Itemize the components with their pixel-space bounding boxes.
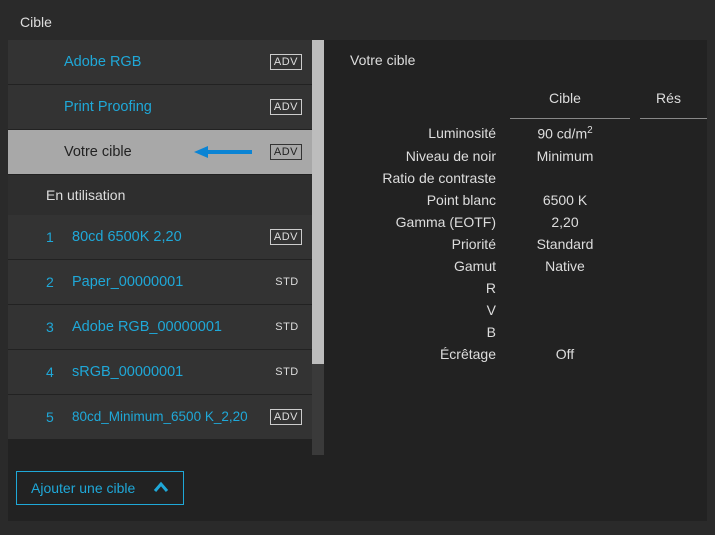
mode-badge: ADV [270,409,302,425]
row-label: Écrêtage [350,346,500,362]
detail-title: Votre cible [350,52,707,68]
item-label: Paper_00000001 [72,274,272,290]
list-item[interactable]: 4 sRGB_00000001 STD [8,350,312,394]
row-label: Point blanc [350,192,500,208]
row-label: Luminosité [350,125,500,142]
row-value: 2,20 [500,214,630,230]
preset-adobe-rgb[interactable]: Adobe RGB ADV [8,40,312,84]
preset-print-proofing[interactable]: Print Proofing ADV [8,85,312,129]
item-label: Adobe RGB_00000001 [72,319,272,335]
row-label: Gamma (EOTF) [350,214,500,230]
col-header-res: Rés [630,90,707,112]
in-use-header: En utilisation [8,175,312,215]
row-label: Priorité [350,236,500,252]
preset-votre-cible[interactable]: Votre cible ADV [8,130,312,174]
scrollbar-thumb[interactable] [312,40,324,364]
row-value [500,302,630,318]
list-item[interactable]: 1 80cd 6500K 2,20 ADV [8,215,312,259]
row-value: Native [500,258,630,274]
mode-badge: STD [272,276,302,288]
item-label: sRGB_00000001 [72,364,272,380]
add-target-button[interactable]: Ajouter une cible [16,471,184,505]
row-value: Minimum [500,148,630,164]
row-label: Gamut [350,258,500,274]
item-number: 2 [8,274,72,290]
panel-title: Cible [8,6,707,40]
row-value: 90 cd/m2 [500,125,630,142]
row-value: Standard [500,236,630,252]
row-value: Off [500,346,630,362]
item-number: 4 [8,364,72,380]
item-number: 1 [8,229,72,245]
list-item[interactable]: 3 Adobe RGB_00000001 STD [8,305,312,349]
item-label: 80cd_Minimum_6500 K_2,20 [72,409,270,426]
row-label: B [350,324,500,340]
preset-label: Votre cible [64,144,270,160]
mode-badge: STD [272,366,302,378]
row-label: Niveau de noir [350,148,500,164]
row-value [500,170,630,186]
row-value [500,280,630,296]
item-number: 3 [8,319,72,335]
detail-table: Cible Rés Luminosité 90 cd/m2 Niveau de … [350,90,707,362]
target-list: Adobe RGB ADV Print Proofing ADV Votre c… [8,40,312,455]
preset-label: Adobe RGB [64,54,270,70]
item-number: 5 [8,409,72,425]
mode-badge: ADV [270,54,302,70]
row-label: Ratio de contraste [350,170,500,186]
row-label: R [350,280,500,296]
mode-badge: STD [272,321,302,333]
chevron-up-icon [153,480,169,496]
preset-label: Print Proofing [64,99,270,115]
col-header-cible: Cible [500,90,630,112]
add-target-label: Ajouter une cible [31,480,135,496]
row-value: 6500 K [500,192,630,208]
list-item[interactable]: 5 80cd_Minimum_6500 K_2,20 ADV [8,395,312,439]
scrollbar[interactable] [312,40,324,455]
mode-badge: ADV [270,229,302,245]
row-label: V [350,302,500,318]
mode-badge: ADV [270,144,302,160]
list-item[interactable]: 2 Paper_00000001 STD [8,260,312,304]
item-label: 80cd 6500K 2,20 [72,229,270,245]
mode-badge: ADV [270,99,302,115]
row-value [500,324,630,340]
